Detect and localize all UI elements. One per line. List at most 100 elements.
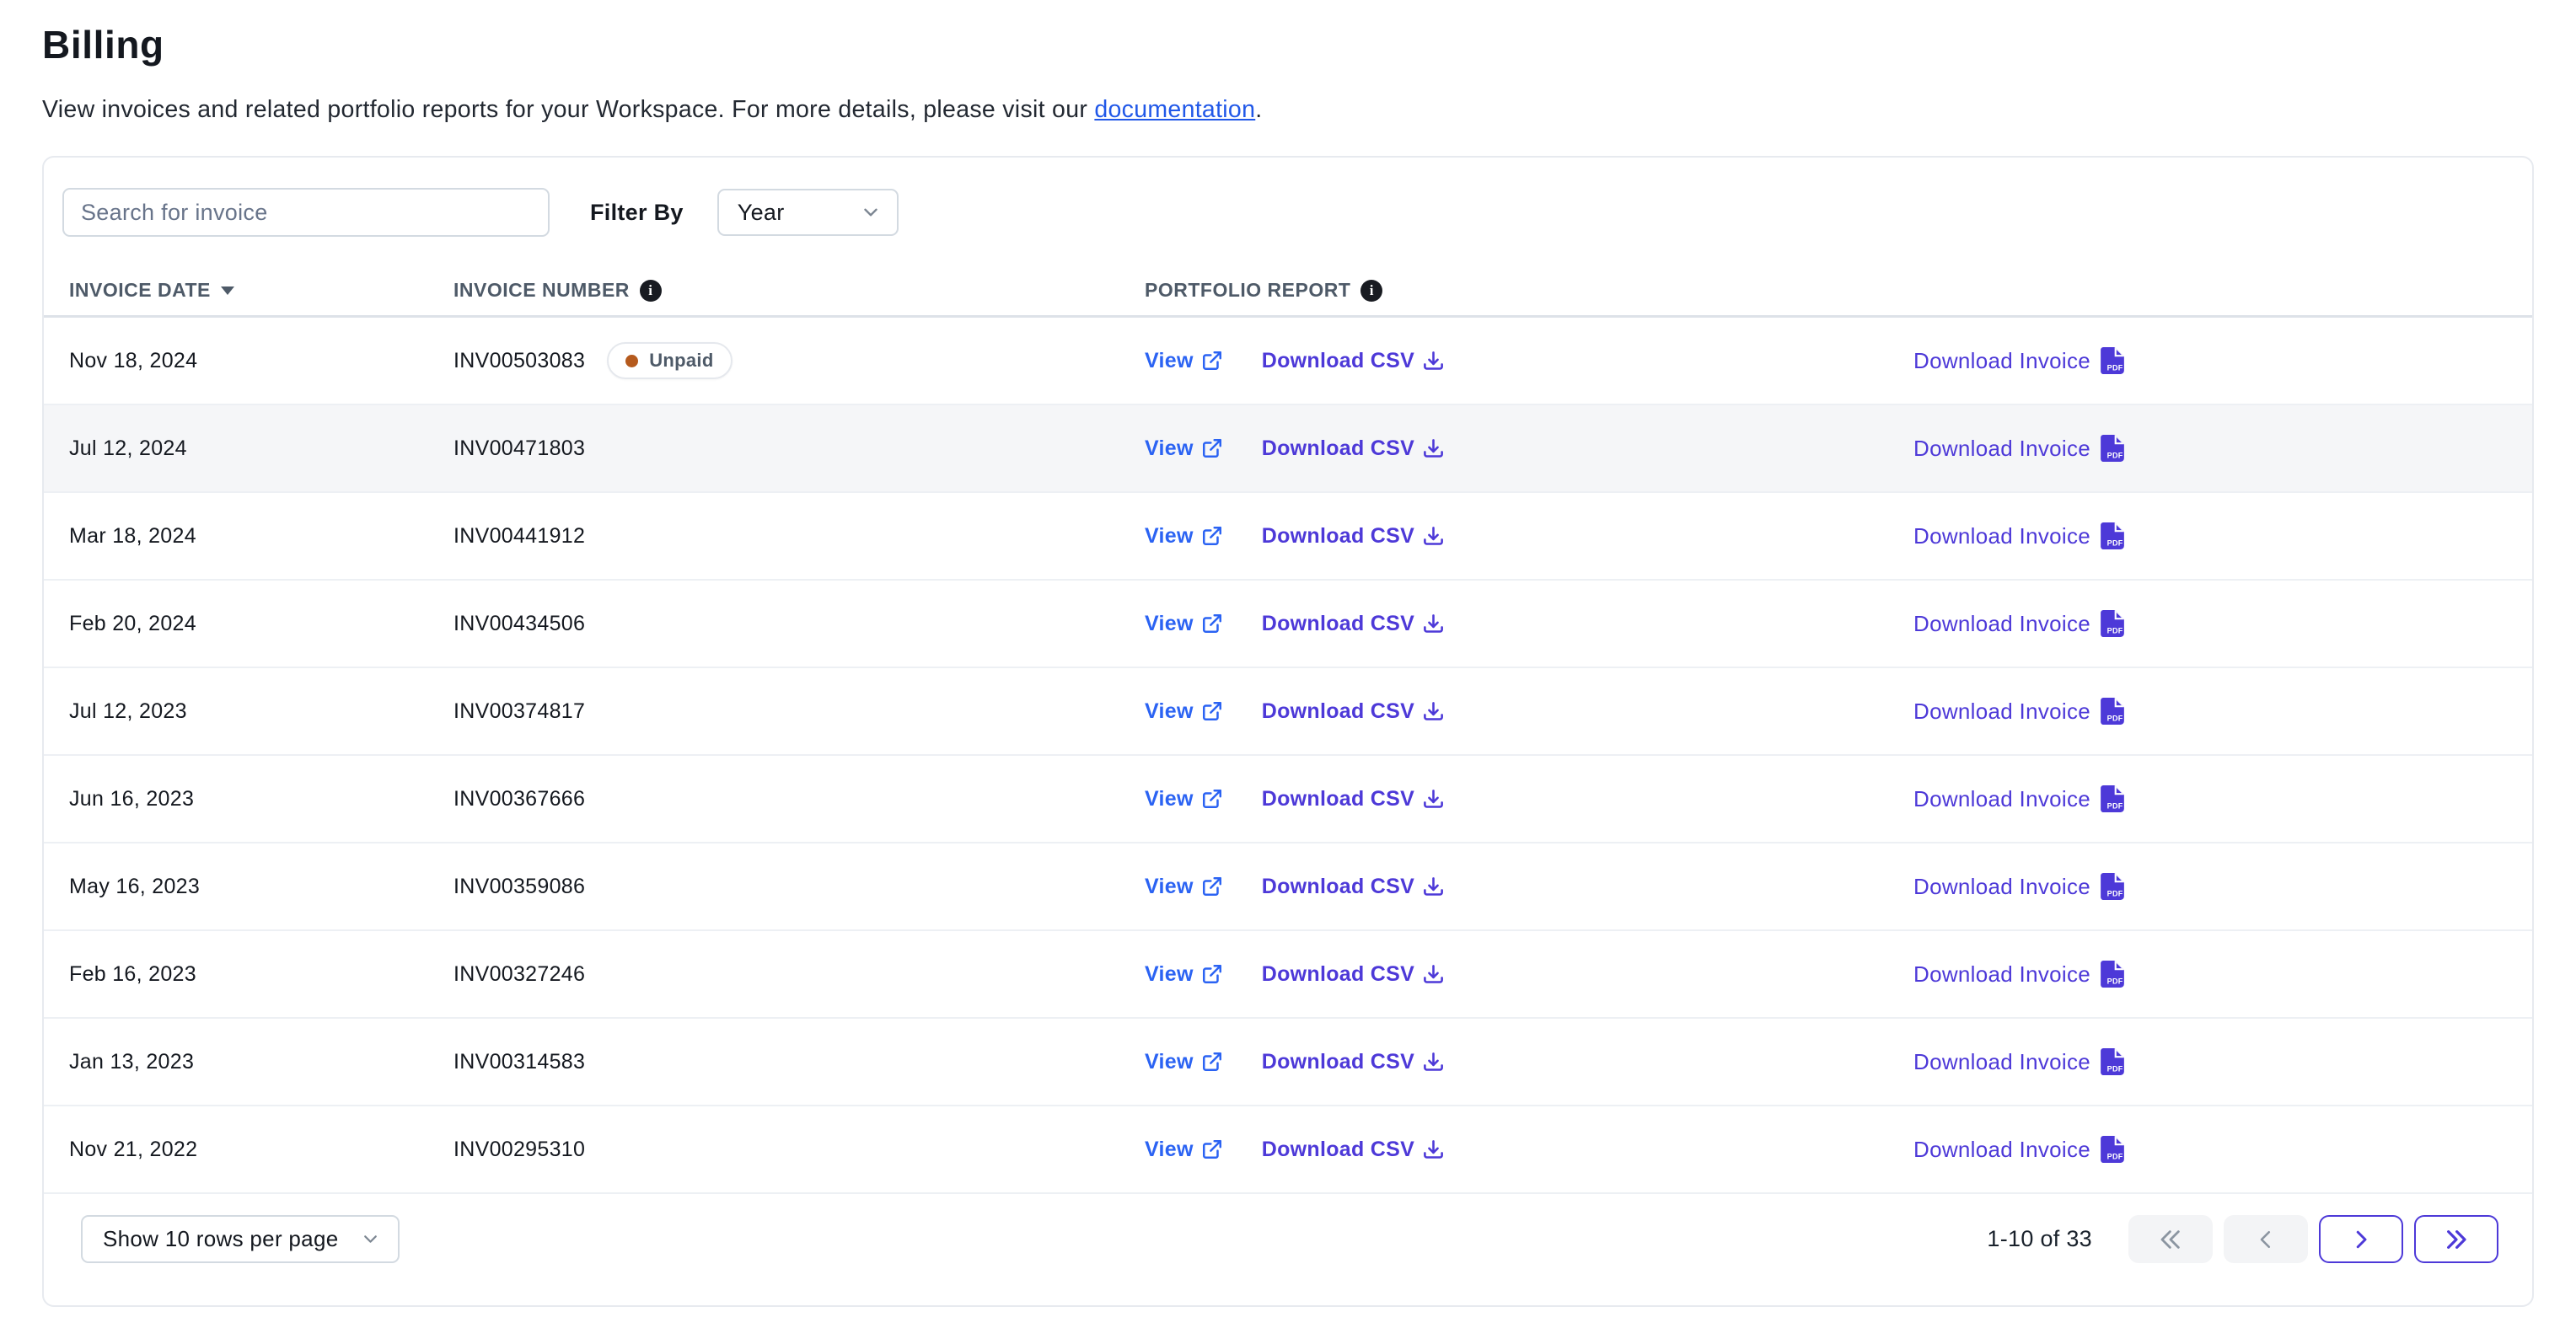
invoice-date-cell: Mar 18, 2024 xyxy=(69,524,453,549)
double-chevron-right-icon xyxy=(2443,1226,2470,1253)
view-report-link[interactable]: View xyxy=(1145,612,1223,636)
download-csv-link[interactable]: Download CSV xyxy=(1262,962,1445,987)
invoice-date-cell: May 16, 2023 xyxy=(69,875,453,899)
table-row: May 16, 2023 INV00359086 View Download C… xyxy=(44,843,2532,931)
download-csv-link[interactable]: Download CSV xyxy=(1262,875,1445,899)
table-row: Jan 13, 2023 INV00314583 View Download C… xyxy=(44,1019,2532,1106)
invoice-date-cell: Nov 21, 2022 xyxy=(69,1138,453,1162)
invoice-date-cell: Jun 16, 2023 xyxy=(69,787,453,811)
download-csv-link[interactable]: Download CSV xyxy=(1262,699,1445,724)
description-text: View invoices and related portfolio repo… xyxy=(42,96,1094,123)
download-invoice-cell: Download Invoice PDF xyxy=(1913,1048,2507,1075)
download-icon xyxy=(1422,1138,1445,1161)
view-report-link[interactable]: View xyxy=(1145,962,1223,987)
download-invoice-link[interactable]: Download Invoice PDF xyxy=(1913,522,2124,549)
download-invoice-cell: Download Invoice PDF xyxy=(1913,522,2507,549)
svg-text:PDF: PDF xyxy=(2107,890,2123,898)
view-report-link[interactable]: View xyxy=(1145,787,1223,811)
next-page-button[interactable] xyxy=(2319,1215,2403,1263)
download-invoice-cell: Download Invoice PDF xyxy=(1913,698,2507,725)
download-csv-label: Download CSV xyxy=(1262,612,1414,636)
download-icon xyxy=(1422,437,1445,460)
download-icon xyxy=(1422,525,1445,548)
download-csv-link[interactable]: Download CSV xyxy=(1262,1138,1445,1162)
table-row: Feb 16, 2023 INV00327246 View Download C… xyxy=(44,931,2532,1019)
invoice-date-value: Jul 12, 2023 xyxy=(69,699,187,723)
pagination: 1-10 of 33 xyxy=(1987,1215,2498,1263)
download-invoice-link[interactable]: Download Invoice PDF xyxy=(1913,1136,2124,1163)
download-csv-link[interactable]: Download CSV xyxy=(1262,1050,1445,1074)
billing-page: Billing View invoices and related portfo… xyxy=(0,0,2576,1307)
view-link-label: View xyxy=(1145,875,1194,899)
table-row: Nov 18, 2024 INV00503083 Unpaid View xyxy=(44,318,2532,405)
download-invoice-link[interactable]: Download Invoice PDF xyxy=(1913,1048,2124,1075)
invoice-date-cell: Jul 12, 2023 xyxy=(69,699,453,724)
invoice-date-value: Feb 20, 2024 xyxy=(69,612,196,635)
view-report-link[interactable]: View xyxy=(1145,349,1223,373)
external-link-icon xyxy=(1201,963,1223,985)
download-csv-link[interactable]: Download CSV xyxy=(1262,787,1445,811)
invoice-date-value: Jun 16, 2023 xyxy=(69,787,194,811)
download-invoice-link[interactable]: Download Invoice PDF xyxy=(1913,610,2124,637)
download-invoice-link[interactable]: Download Invoice PDF xyxy=(1913,435,2124,462)
previous-page-button[interactable] xyxy=(2224,1215,2308,1263)
svg-text:PDF: PDF xyxy=(2107,1065,2123,1074)
invoice-number-value: INV00503083 xyxy=(453,349,585,373)
download-csv-label: Download CSV xyxy=(1262,699,1414,724)
table-row: Nov 21, 2022 INV00295310 View Download C… xyxy=(44,1106,2532,1194)
download-invoice-link[interactable]: Download Invoice PDF xyxy=(1913,347,2124,374)
status-badge: Unpaid xyxy=(607,342,732,379)
svg-text:PDF: PDF xyxy=(2107,977,2123,986)
svg-text:PDF: PDF xyxy=(2107,802,2123,811)
invoice-date-cell: Nov 18, 2024 xyxy=(69,349,453,373)
rows-per-page-select[interactable]: Show 10 rows per page xyxy=(81,1215,400,1263)
invoice-date-value: Nov 18, 2024 xyxy=(69,349,197,372)
download-invoice-link[interactable]: Download Invoice PDF xyxy=(1913,698,2124,725)
info-icon[interactable]: i xyxy=(640,280,662,302)
download-invoice-link[interactable]: Download Invoice PDF xyxy=(1913,785,2124,812)
last-page-button[interactable] xyxy=(2414,1215,2498,1263)
table-footer: Show 10 rows per page 1-10 of 33 xyxy=(44,1194,2532,1305)
first-page-button[interactable] xyxy=(2128,1215,2213,1263)
download-icon xyxy=(1422,1051,1445,1074)
view-link-label: View xyxy=(1145,436,1194,461)
info-icon[interactable]: i xyxy=(1360,280,1382,302)
portfolio-report-cell: View Download CSV xyxy=(1145,1050,1913,1074)
table-row: Feb 20, 2024 INV00434506 View Download C… xyxy=(44,581,2532,668)
invoice-number-value: INV00434506 xyxy=(453,612,585,636)
download-invoice-label: Download Invoice xyxy=(1913,611,2090,637)
download-csv-link[interactable]: Download CSV xyxy=(1262,436,1445,461)
filter-year-select[interactable]: Year xyxy=(717,189,899,236)
search-input[interactable] xyxy=(62,188,550,237)
documentation-link[interactable]: documentation xyxy=(1094,96,1255,123)
download-csv-link[interactable]: Download CSV xyxy=(1262,612,1445,636)
download-invoice-label: Download Invoice xyxy=(1913,874,2090,900)
download-csv-label: Download CSV xyxy=(1262,1050,1414,1074)
view-report-link[interactable]: View xyxy=(1145,1138,1223,1162)
download-invoice-link[interactable]: Download Invoice PDF xyxy=(1913,873,2124,900)
external-link-icon xyxy=(1201,350,1223,372)
view-report-link[interactable]: View xyxy=(1145,699,1223,724)
download-csv-link[interactable]: Download CSV xyxy=(1262,524,1445,549)
download-invoice-label: Download Invoice xyxy=(1913,961,2090,988)
invoice-date-value: Feb 16, 2023 xyxy=(69,962,196,986)
invoice-number-value: INV00441912 xyxy=(453,524,585,549)
portfolio-report-cell: View Download CSV xyxy=(1145,875,1913,899)
double-chevron-left-icon xyxy=(2157,1226,2184,1253)
invoice-number-value: INV00327246 xyxy=(453,962,585,987)
download-csv-link[interactable]: Download CSV xyxy=(1262,349,1445,373)
rows-per-page-value: Show 10 rows per page xyxy=(103,1226,338,1252)
svg-text:PDF: PDF xyxy=(2107,1153,2123,1161)
download-invoice-link[interactable]: Download Invoice PDF xyxy=(1913,961,2124,988)
view-report-link[interactable]: View xyxy=(1145,436,1223,461)
external-link-icon xyxy=(1201,788,1223,810)
view-report-link[interactable]: View xyxy=(1145,524,1223,549)
view-link-label: View xyxy=(1145,962,1194,987)
download-invoice-cell: Download Invoice PDF xyxy=(1913,347,2507,374)
invoice-number-value: INV00314583 xyxy=(453,1050,585,1074)
view-report-link[interactable]: View xyxy=(1145,875,1223,899)
view-report-link[interactable]: View xyxy=(1145,1050,1223,1074)
invoice-number-cell: INV00367666 xyxy=(453,787,1145,811)
download-invoice-label: Download Invoice xyxy=(1913,699,2090,725)
column-header-invoice-date[interactable]: INVOICE DATE xyxy=(69,279,453,302)
